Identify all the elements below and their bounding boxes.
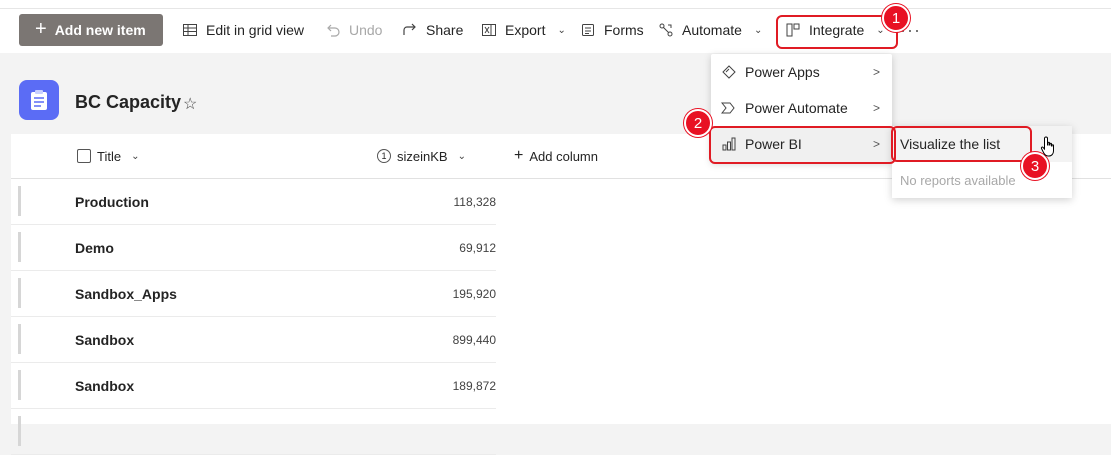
table-row[interactable]: Sandbox_Apps 195,920 [11,271,496,317]
power-automate-icon [721,100,737,116]
power-apps-icon [721,64,737,80]
undo-icon [327,24,340,37]
highlight-visualize [891,126,1032,162]
share-button[interactable]: Share [402,14,463,46]
chevron-right-icon: > [872,101,880,115]
chevron-down-icon: ⌄ [131,150,140,162]
table-row[interactable]: Demo 69,912 [11,225,496,271]
row-size: 189,872 [452,378,496,393]
table-row[interactable]: Sandbox 899,440 [11,317,496,363]
row-selector[interactable] [18,232,21,262]
row-selector[interactable] [18,370,21,400]
row-size: 118,328 [453,194,497,209]
row-selector[interactable] [18,278,21,308]
automate-icon [659,23,673,37]
step-badge-2-label: 2 [693,114,703,132]
share-icon [403,23,416,35]
add-column-label: Add column [529,148,598,164]
text-field-icon [77,149,91,163]
clipboard-icon [31,90,47,110]
automate-label: Automate [682,22,742,38]
row-title[interactable]: Demo [75,225,114,270]
highlight-power-bi [709,126,896,164]
menu-item-power-apps[interactable]: Power Apps > [711,54,892,90]
undo-label: Undo [349,22,383,38]
export-button[interactable]: Export ⌄ [481,14,566,46]
plus-icon: + [35,18,47,40]
favorite-star-icon[interactable]: ☆ [183,94,197,114]
share-label: Share [426,22,464,38]
step-badge-1-label: 1 [891,9,901,27]
highlight-integrate [776,15,898,49]
chevron-down-icon: ⌄ [557,24,566,36]
row-size: 69,912 [459,240,496,255]
chevron-down-icon: ⌄ [457,150,466,162]
no-reports-label: No reports available [900,172,1016,188]
undo-button[interactable]: Undo [325,14,382,46]
menu-item-label: Power Automate [745,100,848,116]
column-size-label: sizeinKB [397,148,448,164]
column-title-label: Title [97,148,122,164]
table-row[interactable] [11,409,496,455]
forms-icon [582,24,594,36]
add-new-item-label: Add new item [54,22,146,38]
add-new-item-button[interactable]: + Add new item [19,14,163,46]
page-title: BC Capacity [75,92,182,112]
edit-grid-view-button[interactable]: Edit in grid view [182,14,304,46]
list-icon [19,80,59,120]
export-label: Export [505,22,546,38]
row-selector[interactable] [18,324,21,354]
chevron-right-icon: > [872,65,880,79]
plus-icon: + [514,147,524,164]
table-row[interactable]: Sandbox 189,872 [11,363,496,409]
hand-cursor-icon [1040,136,1058,164]
row-title[interactable]: Sandbox_Apps [75,271,177,316]
excel-icon [482,24,496,36]
edit-grid-view-label: Edit in grid view [206,22,305,38]
step-badge-1: 1 [882,4,910,32]
row-title[interactable]: Production [75,179,149,224]
menu-item-power-automate[interactable]: Power Automate > [711,90,892,126]
menu-item-label: Power Apps [745,64,820,80]
step-badge-2: 2 [684,109,712,137]
forms-button[interactable]: Forms [580,14,644,46]
step-badge-3-label: 3 [1030,157,1040,175]
table-row[interactable]: Production 118,328 [11,179,496,225]
top-strip [0,0,1111,9]
row-selector[interactable] [18,416,21,446]
column-header-size[interactable]: 1 sizeinKB ⌄ [377,134,466,178]
row-selector[interactable] [18,186,21,216]
row-size: 899,440 [452,332,496,347]
add-column-button[interactable]: + Add column [514,134,598,178]
number-field-icon: 1 [377,149,391,163]
row-size: 195,920 [452,286,496,301]
chevron-down-icon: ⌄ [753,24,763,36]
column-header-title[interactable]: Title ⌄ [77,134,139,178]
row-title[interactable]: Sandbox [75,363,134,408]
grid-icon [183,24,197,36]
row-title[interactable]: Sandbox [75,317,134,362]
forms-label: Forms [604,22,644,38]
automate-button[interactable]: Automate ⌄ [658,14,762,46]
